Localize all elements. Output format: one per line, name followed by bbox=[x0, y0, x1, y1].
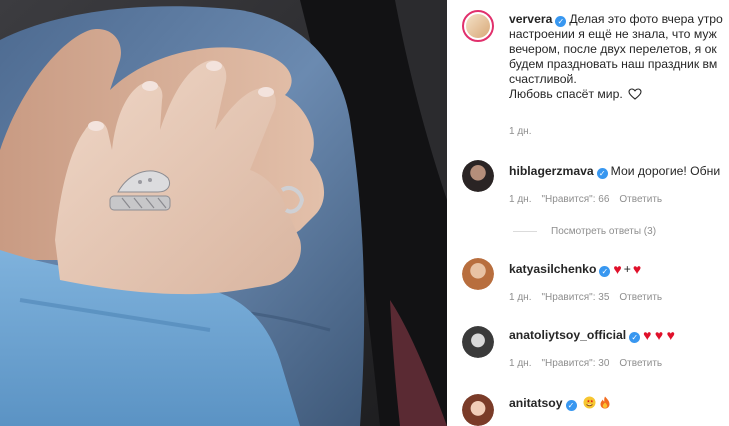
comment-item: anatoliytsoy_official ✓ ♥ ♥ ♥ 1 дн. "Нравит… bbox=[462, 322, 729, 372]
caption-line-2: настроении я ещё не знала, что муж bbox=[509, 27, 717, 41]
author-username[interactable]: ververa bbox=[509, 12, 552, 26]
post-time[interactable]: 1 дн. bbox=[509, 126, 531, 137]
verified-badge-icon: ✓ bbox=[629, 332, 641, 343]
comment-username[interactable]: anitatsoy bbox=[509, 396, 563, 410]
replies-divider bbox=[513, 230, 537, 232]
verified-badge-icon: ✓ bbox=[565, 400, 577, 411]
verified-badge-icon: ✓ bbox=[599, 266, 611, 277]
caption-line-3: вечером, после двух перелетов, я ок bbox=[509, 42, 717, 56]
comments-panel: ververa ✓ Делая это фото вчера утро настро… bbox=[447, 0, 729, 426]
comment-username[interactable]: katyasilchenko bbox=[509, 262, 596, 276]
red-heart-emoji: ♥ bbox=[654, 327, 664, 343]
comment-time[interactable]: 1 дн. bbox=[509, 358, 531, 369]
comment-text: anitatsoy ✓ ★ ★ bbox=[509, 396, 729, 411]
caption-line-4: будем праздновать наш праздник вм bbox=[509, 57, 718, 71]
post-caption: ververa ✓ Делая это фото вчера утро настро… bbox=[462, 10, 729, 140]
red-heart-emoji: ♥ bbox=[666, 327, 675, 343]
caption-line-6: Любовь спасёт мир. bbox=[509, 87, 623, 101]
comment-time[interactable]: 1 дн. bbox=[509, 292, 531, 303]
commenter-avatar[interactable] bbox=[462, 160, 494, 192]
commenter-avatar[interactable] bbox=[462, 326, 494, 358]
comment-meta: 1 дн. "Нравится": 30 Ответить bbox=[509, 358, 672, 369]
comment-text: anatoliytsoy_official ✓ ♥ ♥ ♥ bbox=[509, 328, 729, 343]
hands-with-ring-image bbox=[0, 0, 447, 426]
view-replies-label: Посмотреть ответы (3) bbox=[551, 226, 657, 237]
star-struck-emoji: ★ ★ bbox=[583, 396, 596, 409]
verified-badge-icon: ✓ bbox=[596, 168, 608, 179]
comment-username[interactable]: hiblagerzmava bbox=[509, 164, 594, 178]
instagram-post-view: ververa ✓ Делая это фото вчера утро настро… bbox=[0, 0, 729, 426]
author-avatar[interactable] bbox=[462, 10, 494, 42]
comment-item: hiblagerzmava ✓ Мои дорогие! Обни 1 дн. "Нр… bbox=[462, 158, 729, 218]
comment-text: katyasilchenko ✓ ♥ + ♥ bbox=[509, 262, 729, 277]
view-replies-button[interactable]: Посмотреть ответы (3) bbox=[513, 226, 656, 237]
comment-meta: 1 дн. "Нравится": 35 Ответить bbox=[509, 292, 672, 303]
caption-text: ververa ✓ Делая это фото вчера утро настро… bbox=[509, 12, 729, 102]
verified-badge-icon: ✓ bbox=[555, 16, 567, 27]
comment-item: anitatsoy ✓ ★ ★ bbox=[462, 390, 729, 426]
heart-outline-icon bbox=[628, 88, 642, 100]
reply-button[interactable]: Ответить bbox=[619, 194, 662, 205]
caption-line-5: счастливой. bbox=[509, 72, 577, 86]
comment-meta: 1 дн. "Нравится": 66 Ответить bbox=[509, 194, 672, 205]
comment-time[interactable]: 1 дн. bbox=[509, 194, 531, 205]
comment-item: katyasilchenko ✓ ♥ + ♥ 1 дн. "Нравится": 35 От… bbox=[462, 256, 729, 306]
post-photo[interactable] bbox=[0, 0, 447, 426]
comment-likes[interactable]: "Нравится": 35 bbox=[541, 292, 609, 303]
red-heart-emoji: ♥ bbox=[643, 327, 652, 343]
comment-likes[interactable]: "Нравится": 30 bbox=[541, 358, 609, 369]
commenter-avatar[interactable] bbox=[462, 258, 494, 290]
caption-line-1: Делая это фото вчера утро bbox=[569, 12, 723, 26]
comment-likes[interactable]: "Нравится": 66 bbox=[541, 194, 609, 205]
reply-button[interactable]: Ответить bbox=[619, 358, 662, 369]
comment-body: Мои дорогие! Обни bbox=[610, 164, 721, 178]
commenter-avatar[interactable] bbox=[462, 394, 494, 426]
red-heart-emoji: ♥ bbox=[632, 261, 642, 277]
red-heart-emoji: ♥ bbox=[613, 261, 622, 277]
comment-text: hiblagerzmava ✓ Мои дорогие! Обни bbox=[509, 164, 729, 179]
comment-username[interactable]: anatoliytsoy_official bbox=[509, 328, 626, 342]
fire-emoji bbox=[600, 396, 610, 409]
plus-sign: + bbox=[623, 262, 631, 276]
reply-button[interactable]: Ответить bbox=[619, 292, 662, 303]
svg-text:★: ★ bbox=[590, 399, 594, 404]
